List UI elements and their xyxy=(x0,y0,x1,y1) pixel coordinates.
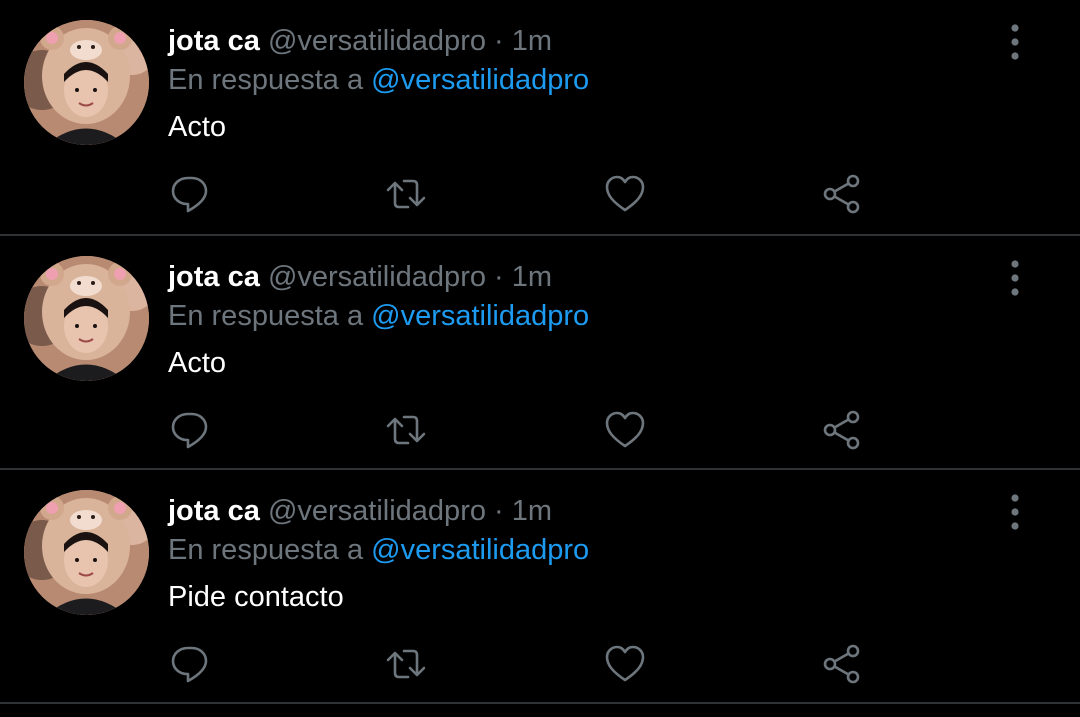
reply-prefix: En respuesta a xyxy=(168,534,364,566)
tweet-header: jota ca @versatilidadpro · 1m xyxy=(168,492,552,530)
reply-mention-link[interactable]: @versatilidadpro xyxy=(371,300,589,332)
tweet-actions xyxy=(0,172,1080,218)
more-vertical-icon xyxy=(1011,24,1019,60)
reply-context: En respuesta a @versatilidadpro xyxy=(168,297,589,335)
retweet-button[interactable] xyxy=(384,642,428,686)
author-handle[interactable]: @versatilidadpro xyxy=(268,25,486,57)
author-name[interactable]: jota ca xyxy=(168,495,260,527)
author-name[interactable]: jota ca xyxy=(168,25,260,57)
reply-icon xyxy=(171,176,208,213)
reply-mention-link[interactable]: @versatilidadpro xyxy=(371,64,589,96)
like-icon xyxy=(605,411,645,448)
tweet[interactable]: jota ca @versatilidadpro · 1m En respues… xyxy=(0,0,1080,236)
reply-context: En respuesta a @versatilidadpro xyxy=(168,61,589,99)
share-button[interactable] xyxy=(820,172,864,216)
reply-prefix: En respuesta a xyxy=(168,64,364,96)
more-options-button[interactable] xyxy=(998,20,1032,64)
separator: · xyxy=(494,261,504,293)
avatar[interactable] xyxy=(24,20,149,145)
retweet-button[interactable] xyxy=(384,408,428,452)
separator: · xyxy=(494,25,504,57)
avatar[interactable] xyxy=(24,490,149,615)
tweet[interactable]: jota ca @versatilidadpro · 1m En respues… xyxy=(0,236,1080,470)
share-icon xyxy=(823,410,860,450)
avatar[interactable] xyxy=(24,256,149,381)
tweet-text: Pide contacto xyxy=(168,581,344,613)
retweet-icon xyxy=(386,649,426,679)
tweet-header: jota ca @versatilidadpro · 1m xyxy=(168,258,552,296)
share-icon xyxy=(823,644,860,684)
tweet[interactable]: jota ca @versatilidadpro · 1m En respues… xyxy=(0,470,1080,704)
timestamp[interactable]: 1m xyxy=(512,25,552,57)
more-vertical-icon xyxy=(1011,260,1019,296)
reply-icon xyxy=(171,412,208,449)
retweet-icon xyxy=(386,179,426,209)
separator: · xyxy=(494,495,504,527)
like-button[interactable] xyxy=(603,172,647,216)
tweet-text: Acto xyxy=(168,111,227,143)
reply-button[interactable] xyxy=(168,408,212,452)
reply-icon xyxy=(171,646,208,683)
timestamp[interactable]: 1m xyxy=(512,261,552,293)
timestamp[interactable]: 1m xyxy=(512,495,552,527)
tweet-actions xyxy=(0,642,1080,688)
retweet-button[interactable] xyxy=(384,172,428,216)
author-handle[interactable]: @versatilidadpro xyxy=(268,261,486,293)
like-button[interactable] xyxy=(603,408,647,452)
share-button[interactable] xyxy=(820,642,864,686)
reply-button[interactable] xyxy=(168,642,212,686)
more-options-button[interactable] xyxy=(998,490,1032,534)
tweet-feed: jota ca @versatilidadpro · 1m En respues… xyxy=(0,0,1080,704)
share-icon xyxy=(823,174,860,214)
reply-context: En respuesta a @versatilidadpro xyxy=(168,531,589,569)
reply-prefix: En respuesta a xyxy=(168,300,364,332)
reply-mention-link[interactable]: @versatilidadpro xyxy=(371,534,589,566)
more-vertical-icon xyxy=(1011,494,1019,530)
like-icon xyxy=(605,645,645,682)
reply-button[interactable] xyxy=(168,172,212,216)
author-name[interactable]: jota ca xyxy=(168,261,260,293)
more-options-button[interactable] xyxy=(998,256,1032,300)
tweet-text: Acto xyxy=(168,347,227,379)
author-handle[interactable]: @versatilidadpro xyxy=(268,495,486,527)
tweet-header: jota ca @versatilidadpro · 1m xyxy=(168,22,552,60)
share-button[interactable] xyxy=(820,408,864,452)
tweet-actions xyxy=(0,408,1080,454)
like-icon xyxy=(605,175,645,212)
like-button[interactable] xyxy=(603,642,647,686)
retweet-icon xyxy=(386,415,426,445)
